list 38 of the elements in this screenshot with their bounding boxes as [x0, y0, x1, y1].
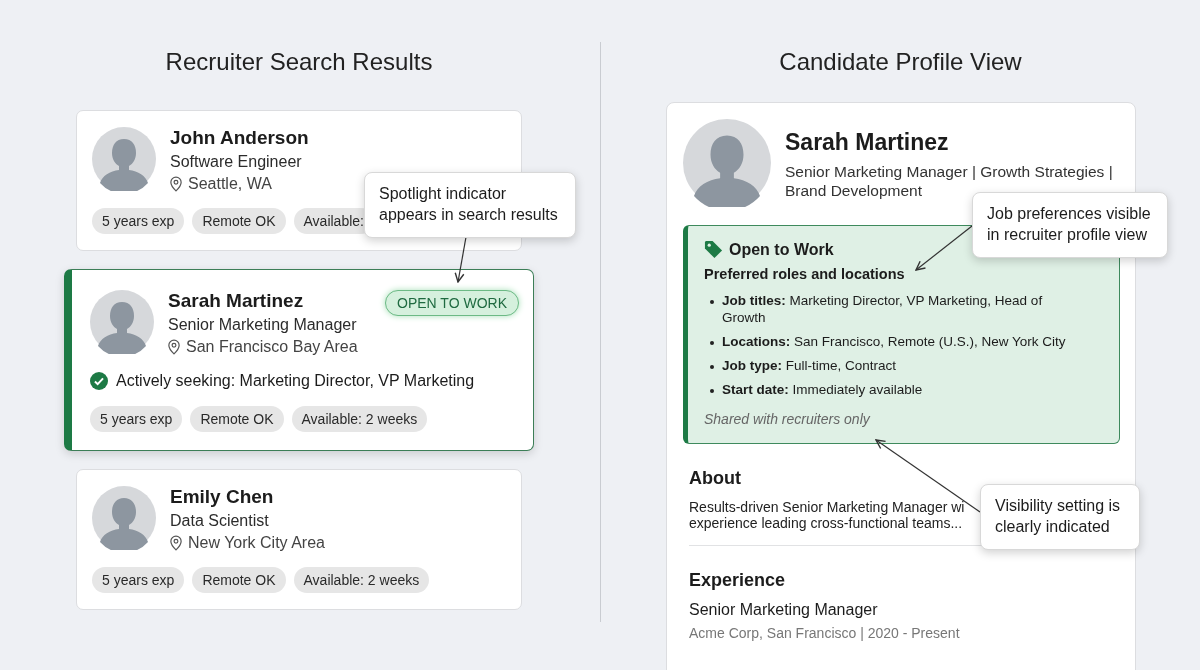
visibility-note: Shared with recruiters only: [704, 411, 872, 428]
about-text: experience leading cross-functional teams...: [689, 515, 963, 532]
preferences-heading: Preferred roles and locations: [704, 266, 906, 282]
candidate-name: Emily Chen: [170, 486, 275, 508]
candidate-name: Sarah Martinez: [168, 290, 305, 312]
job-title: Senior Marketing Manager: [168, 316, 358, 334]
location-text: New York City Area: [188, 534, 325, 552]
preference-item: Locations: San Francisco, Remote (U.S.), New York City: [722, 333, 1066, 351]
tag: 5 years exp: [92, 567, 185, 593]
tag: Remote OK: [190, 406, 284, 432]
callout-tooltip: Spotlight indicator appears in search results: [364, 172, 576, 238]
section-title: Candidate Profile View: [778, 48, 1023, 76]
preference-item: Start date: Immediately available: [722, 381, 923, 399]
experience-role: Senior Marketing Manager: [689, 601, 879, 620]
experience-heading: Experience: [689, 570, 786, 592]
job-title: Data Scientist: [170, 512, 270, 530]
about-heading: About: [689, 468, 741, 490]
tag: Available: 2 weeks: [291, 406, 428, 432]
tag: Remote OK: [192, 208, 286, 234]
callout-tooltip: Visibility setting is clearly indicated: [980, 484, 1140, 550]
tag: Remote OK: [192, 567, 286, 593]
experience-company: Acme Corp, San Francisco | 2020 - Present: [689, 625, 961, 642]
location-text: Seattle, WA: [188, 175, 272, 193]
seeking-text: Actively seeking: Marketing Director, VP Marketing: [116, 372, 475, 390]
job-title: Software Engineer: [170, 153, 303, 171]
callout-tooltip: Job preferences visible in recruiter profile view: [972, 192, 1168, 258]
open-to-work-badge: OPEN TO WORK: [385, 290, 519, 316]
about-text: Results-driven Senior Marketing Manager wi: [689, 499, 965, 516]
preference-item: Job type: Full-time, Contract: [722, 357, 897, 375]
location-text: San Francisco Bay Area: [186, 338, 358, 356]
tag: 5 years exp: [90, 406, 183, 432]
tag: Available: 2 weeks: [293, 567, 430, 593]
candidate-name: John Anderson: [170, 127, 310, 149]
profile-name: Sarah Martinez: [785, 129, 950, 156]
preference-item: Job titles: Marketing Director, VP Marketing, Head of Growth: [722, 293, 1044, 327]
section-title: Recruiter Search Results: [164, 48, 434, 76]
open-to-work-title: Open to Work: [729, 240, 834, 259]
tag: 5 years exp: [92, 208, 185, 234]
